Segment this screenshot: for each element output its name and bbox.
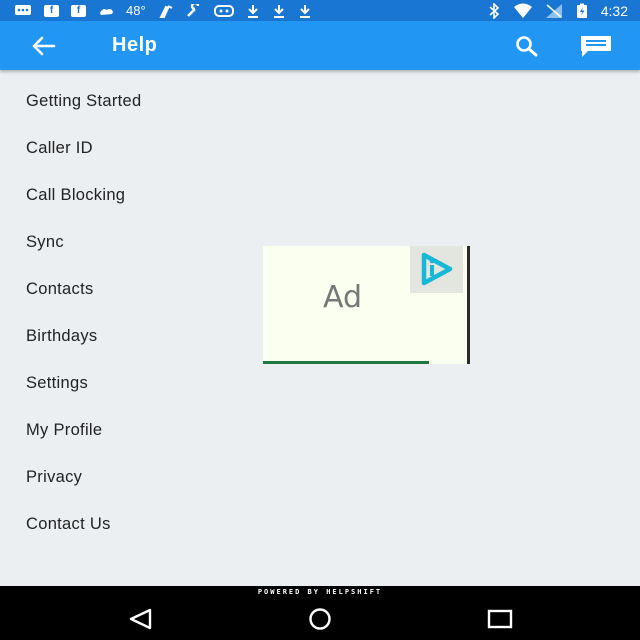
topic-call-blocking[interactable]: Call Blocking [0,172,640,219]
status-bar-notifications: f f 48° [14,3,312,19]
topic-contact-us[interactable]: Contact Us [0,501,640,548]
status-bar: f f 48° 4:32 [0,0,640,21]
page-title: Help [112,34,158,56]
wrench-icon [186,3,202,19]
wifi-icon [513,3,533,19]
ad-progress-line [263,361,429,364]
signal-icon [545,3,563,19]
topic-my-profile[interactable]: My Profile [0,407,640,454]
powered-by-text: POWERED BY HELPSHIFT [257,588,383,596]
app-bar: Help [0,21,640,70]
battery-icon [575,3,589,19]
facebook-icon: f [71,4,86,17]
navigation-bar: POWERED BY HELPSHIFT [0,586,640,640]
temperature-text: 48° [126,3,146,18]
status-bar-system: 4:32 [487,2,628,19]
topic-getting-started[interactable]: Getting Started [0,78,640,125]
nav-recents-button[interactable] [486,608,514,630]
circle-home-icon [309,608,331,630]
ad-banner[interactable]: Ad [263,246,470,364]
topic-privacy[interactable]: Privacy [0,454,640,501]
download-icon [298,3,312,19]
ad-border [467,246,470,364]
search-icon [516,36,538,57]
arrow-back-icon [32,36,56,56]
ad-choices-button[interactable] [410,246,463,293]
cleaner-icon [158,3,174,19]
gamepad-icon [213,3,234,19]
weather-icon [98,3,114,19]
search-button[interactable] [512,33,542,59]
message-icon [14,3,32,19]
back-button[interactable] [26,33,60,59]
clock: 4:32 [600,2,628,19]
triangle-back-icon [129,608,152,630]
ad-label: Ad [323,280,363,315]
topic-caller-id[interactable]: Caller ID [0,125,640,172]
conversation-button[interactable] [578,33,614,59]
download-icon [272,3,286,19]
nav-back-button[interactable] [128,608,154,630]
nav-home-button[interactable] [306,608,334,630]
square-recents-icon [487,609,513,629]
chat-icon [581,36,611,57]
bluetooth-icon [487,2,501,19]
topic-settings[interactable]: Settings [0,360,640,407]
ad-logo-icon [421,252,453,286]
facebook-icon: f [44,4,59,17]
download-icon [246,3,260,19]
